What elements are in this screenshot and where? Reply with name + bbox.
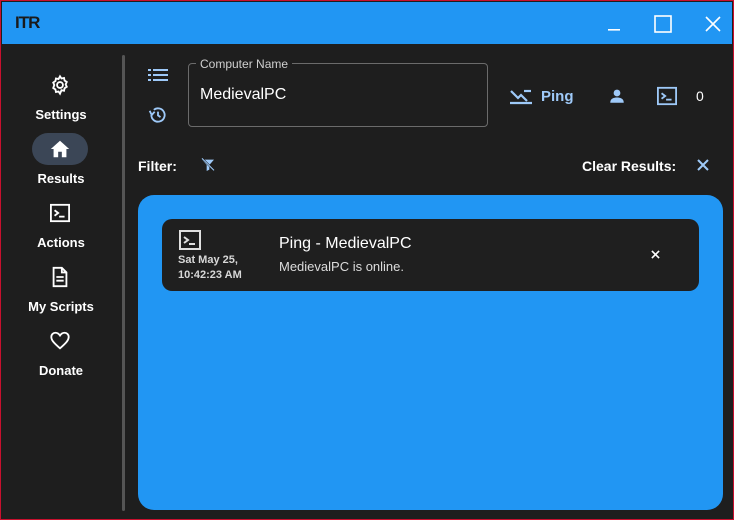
result-date: Sat May 25, — [178, 254, 238, 266]
list-icon — [148, 69, 168, 81]
result-card[interactable]: Sat May 25, 10:42:23 AM Ping - MedievalP… — [162, 219, 699, 291]
result-message: MedievalPC is online. — [279, 259, 405, 274]
history-icon — [148, 107, 166, 123]
gear-icon — [52, 74, 68, 96]
person-icon — [610, 89, 624, 103]
minimize-icon — [608, 29, 620, 31]
clear-results-label: Clear Results: — [582, 158, 677, 174]
clear-results-button[interactable] — [693, 155, 713, 175]
maximize-button[interactable] — [651, 12, 675, 36]
app-window: ITR Settings Results Actions My Scripts … — [0, 0, 734, 520]
ping-icon — [510, 89, 532, 105]
sidebar-item-label: Actions — [37, 235, 85, 250]
heart-icon — [50, 331, 70, 350]
sidebar-item-label: Settings — [35, 107, 87, 122]
sidebar-nav: Settings Results Actions My Scripts Dona… — [4, 45, 118, 519]
sidebar-item-actions[interactable]: Actions — [4, 197, 118, 257]
result-timestamp: Sat May 25, 10:42:23 AM — [178, 253, 242, 283]
sidebar-item-my-scripts[interactable]: My Scripts — [4, 261, 118, 321]
app-logo: ITR — [15, 13, 40, 33]
sidebar-item-donate[interactable]: Donate — [4, 325, 118, 385]
computer-name-field[interactable]: Computer Name — [188, 57, 488, 127]
sidebar-item-label: My Scripts — [28, 299, 94, 314]
minimize-button[interactable] — [602, 12, 626, 36]
user-button[interactable] — [604, 83, 630, 109]
home-icon — [50, 140, 70, 158]
history-button[interactable] — [146, 103, 170, 127]
terminal-icon — [50, 203, 70, 223]
computer-name-label: Computer Name — [196, 57, 293, 71]
document-icon — [52, 266, 68, 288]
dismiss-result-button[interactable] — [647, 246, 663, 262]
sidebar-item-results[interactable]: Results — [4, 133, 118, 193]
title-bar[interactable]: ITR — [2, 2, 732, 44]
clear-filter-button[interactable] — [198, 155, 218, 175]
close-icon — [697, 159, 709, 171]
terminal-button[interactable] — [654, 83, 680, 109]
filter-off-icon — [201, 157, 215, 172]
filter-label: Filter: — [138, 158, 177, 174]
ping-button[interactable]: Ping — [509, 83, 574, 109]
terminal-icon — [657, 86, 677, 106]
close-icon — [650, 249, 660, 259]
result-time: 10:42:23 AM — [178, 269, 242, 281]
session-count: 0 — [696, 88, 704, 104]
sidebar-item-label: Donate — [38, 363, 84, 378]
maximize-icon — [654, 15, 672, 33]
results-panel: Sat May 25, 10:42:23 AM Ping - MedievalP… — [138, 195, 723, 510]
app-logo-text: ITR — [15, 13, 40, 32]
list-view-button[interactable] — [146, 63, 170, 87]
sidebar-item-label: Results — [37, 171, 85, 186]
ping-label: Ping — [541, 87, 574, 105]
close-window-button[interactable] — [701, 12, 725, 36]
computer-name-input[interactable] — [200, 86, 480, 104]
close-icon — [705, 16, 721, 32]
terminal-icon — [179, 230, 201, 250]
sidebar-item-settings[interactable]: Settings — [4, 69, 118, 129]
result-title: Ping - MedievalPC — [279, 235, 412, 252]
sidebar-divider[interactable] — [122, 55, 125, 511]
